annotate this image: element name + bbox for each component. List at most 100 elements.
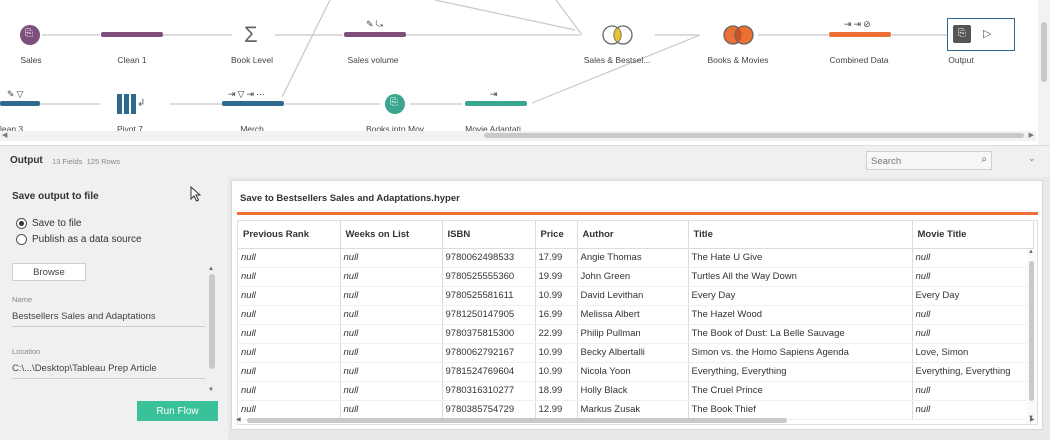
table-cell[interactable]: Simon vs. the Homo Sapiens Agenda: [688, 343, 913, 363]
name-field[interactable]: Bestsellers Sales and Adaptations: [12, 311, 205, 327]
column-header[interactable]: Previous Rank: [238, 221, 341, 249]
location-field[interactable]: C:\...\Desktop\Tableau Prep Article: [12, 363, 205, 379]
table-cell[interactable]: Every Day: [688, 286, 913, 306]
join-icon[interactable]: [600, 24, 636, 46]
table-cell[interactable]: 17.99: [535, 248, 578, 268]
scroll-up-icon[interactable]: ▲: [1028, 249, 1034, 255]
table-cell[interactable]: 9781250147905: [442, 305, 536, 325]
column-header[interactable]: Movie Title: [912, 221, 1034, 249]
table-cell[interactable]: null: [340, 286, 443, 306]
table-cell[interactable]: 16.99: [535, 305, 578, 325]
browse-button[interactable]: Browse: [12, 263, 86, 281]
table-cell[interactable]: null: [238, 248, 341, 268]
scroll-down-icon[interactable]: ▼: [208, 387, 214, 393]
table-row[interactable]: null null 9780525581611 10.99 David Levithan…: [238, 286, 1034, 306]
table-cell[interactable]: null: [340, 343, 443, 363]
table-cell[interactable]: null: [238, 267, 341, 287]
join-icon[interactable]: [721, 24, 757, 46]
scroll-thumb[interactable]: [1029, 261, 1034, 401]
table-cell[interactable]: 9780062498533: [442, 248, 536, 268]
radio-publish-data-source[interactable]: Publish as a data source: [16, 234, 142, 245]
table-vertical-scrollbar[interactable]: ▲ ▼: [1027, 249, 1037, 424]
table-cell[interactable]: 9780316310277: [442, 381, 536, 401]
table-row[interactable]: null null 9781250147905 16.99 Melissa Albert…: [238, 305, 1034, 325]
scroll-left-icon[interactable]: ◀: [2, 131, 7, 139]
table-cell[interactable]: The Hazel Wood: [688, 305, 913, 325]
flow-canvas[interactable]: ⎘ Sales Clean 1 Σ Book Level ✎⤿ Sales vo…: [0, 0, 1050, 145]
table-cell[interactable]: Philip Pullman: [577, 324, 689, 344]
table-cell[interactable]: null: [912, 248, 1034, 268]
table-row[interactable]: null null 9781524769604 10.99 Nicola Yoon Eve…: [238, 362, 1034, 382]
table-cell[interactable]: null: [238, 305, 341, 325]
run-output-icon[interactable]: ▷: [983, 27, 991, 40]
settings-scrollbar[interactable]: ▲ ▼: [208, 266, 216, 394]
table-cell[interactable]: null: [238, 381, 341, 401]
scroll-thumb[interactable]: [1041, 22, 1047, 82]
radio-unselected-icon[interactable]: [16, 234, 27, 245]
table-row[interactable]: null null 9780525555360 19.99 John Green Turt…: [238, 267, 1034, 287]
output-icon[interactable]: ⎘: [953, 25, 971, 43]
table-cell[interactable]: null: [340, 381, 443, 401]
scroll-thumb[interactable]: [209, 274, 215, 369]
radio-selected-icon[interactable]: [16, 218, 27, 229]
merch-step-bar[interactable]: [222, 101, 284, 106]
search-box[interactable]: ⌕: [866, 151, 992, 170]
scroll-right-icon[interactable]: ▶: [1030, 416, 1035, 423]
table-cell[interactable]: 9780525581611: [442, 286, 536, 306]
table-cell[interactable]: 10.99: [535, 362, 578, 382]
table-cell[interactable]: John Green: [577, 267, 689, 287]
table-cell[interactable]: 19.99: [535, 267, 578, 287]
table-cell[interactable]: 22.99: [535, 324, 578, 344]
table-cell[interactable]: null: [912, 267, 1034, 287]
table-cell[interactable]: Becky Albertalli: [577, 343, 689, 363]
table-cell[interactable]: Melissa Albert: [577, 305, 689, 325]
table-row[interactable]: null null 9780316310277 18.99 Holly Black The…: [238, 381, 1034, 401]
sales-volume-step-bar[interactable]: [344, 32, 406, 37]
movie-adaptations-step-bar[interactable]: [465, 101, 527, 106]
table-cell[interactable]: Everything, Everything: [688, 362, 913, 382]
table-row[interactable]: null null 9780375815300 22.99 Philip Pullman…: [238, 324, 1034, 344]
table-cell[interactable]: null: [340, 362, 443, 382]
column-header[interactable]: Title: [688, 221, 913, 249]
run-flow-button[interactable]: Run Flow: [137, 401, 218, 421]
table-cell[interactable]: null: [340, 324, 443, 344]
table-row[interactable]: null null 9780062792167 10.99 Becky Albertal…: [238, 343, 1034, 363]
table-cell[interactable]: Every Day: [912, 286, 1034, 306]
table-cell[interactable]: 18.99: [535, 381, 578, 401]
table-cell[interactable]: null: [238, 286, 341, 306]
table-cell[interactable]: The Book of Dust: La Belle Sauvage: [688, 324, 913, 344]
scroll-right-icon[interactable]: ▶: [1029, 131, 1034, 139]
table-cell[interactable]: David Levithan: [577, 286, 689, 306]
combined-data-step-bar[interactable]: [829, 32, 891, 37]
table-cell[interactable]: Angie Thomas: [577, 248, 689, 268]
table-cell[interactable]: null: [238, 324, 341, 344]
table-cell[interactable]: 9780375815300: [442, 324, 536, 344]
table-cell[interactable]: Love, Simon: [912, 343, 1034, 363]
clean3-step-bar[interactable]: [0, 101, 40, 106]
table-row[interactable]: null null 9780062498533 17.99 Angie Thomas Th…: [238, 248, 1034, 268]
flow-vertical-scrollbar[interactable]: [1038, 0, 1050, 145]
table-cell[interactable]: Holly Black: [577, 381, 689, 401]
table-cell[interactable]: Everything, Everything: [912, 362, 1034, 382]
data-grid[interactable]: Previous Rank Weeks on List ISBN Price Autho…: [237, 220, 1038, 425]
table-cell[interactable]: Nicola Yoon: [577, 362, 689, 382]
radio-save-to-file[interactable]: Save to file: [16, 218, 81, 229]
column-header[interactable]: Author: [577, 221, 689, 249]
column-header[interactable]: Price: [535, 221, 578, 249]
scroll-thumb[interactable]: [484, 133, 1024, 138]
table-cell[interactable]: 10.99: [535, 343, 578, 363]
table-cell[interactable]: null: [912, 324, 1034, 344]
table-cell[interactable]: null: [238, 362, 341, 382]
table-cell[interactable]: 9780525555360: [442, 267, 536, 287]
scroll-thumb[interactable]: [247, 418, 787, 423]
table-cell[interactable]: null: [912, 381, 1034, 401]
chevron-down-icon[interactable]: ⌄: [1028, 153, 1036, 164]
column-header[interactable]: Weeks on List: [340, 221, 443, 249]
clean1-step-bar[interactable]: [101, 32, 163, 37]
table-cell[interactable]: null: [340, 305, 443, 325]
table-cell[interactable]: 10.99: [535, 286, 578, 306]
pivot-icon[interactable]: ↲: [117, 94, 145, 114]
scroll-up-icon[interactable]: ▲: [208, 266, 214, 272]
sum-icon[interactable]: Σ: [244, 22, 258, 48]
table-cell[interactable]: null: [340, 267, 443, 287]
